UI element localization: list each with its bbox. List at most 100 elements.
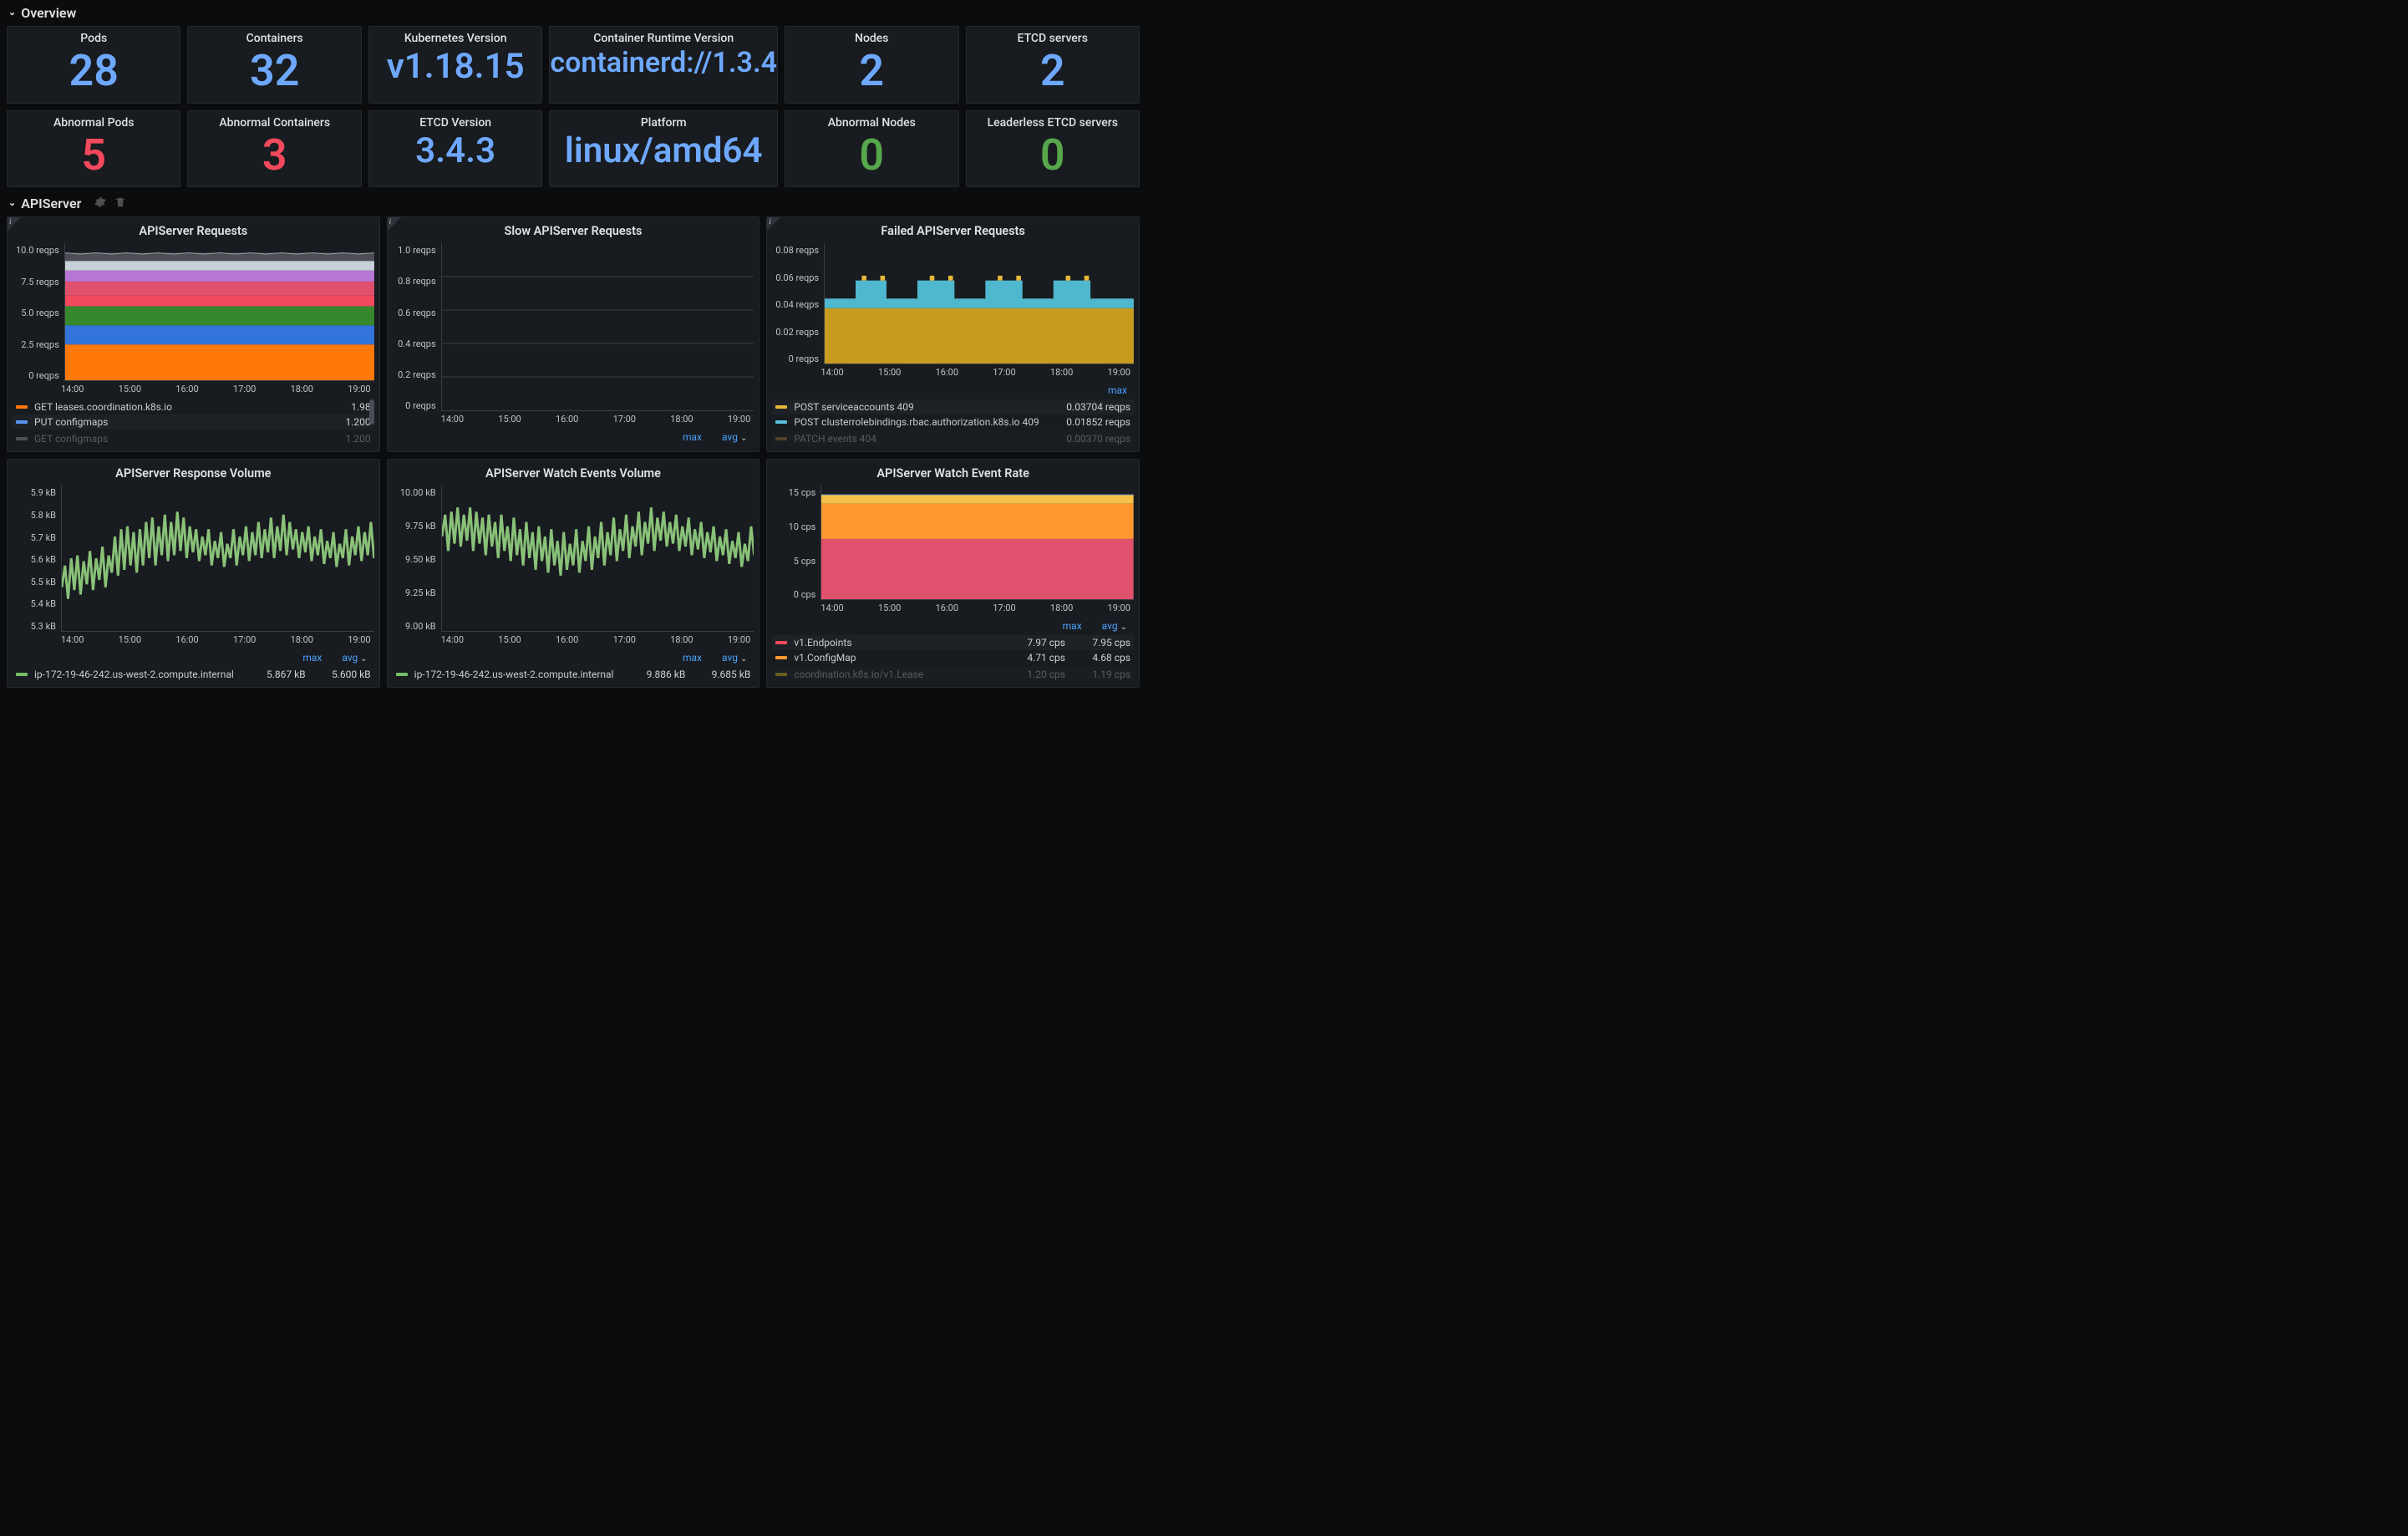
legend-item[interactable]: GET configmaps1.200 [13, 431, 374, 446]
panel-apiserver-watch-events-volume[interactable]: APIServer Watch Events Volume 10.00 kB9.… [387, 459, 760, 688]
legend-swatch-icon [16, 420, 28, 424]
legend-col-max[interactable]: max [683, 652, 702, 664]
legend-value-avg: 4.68 cps [1072, 652, 1130, 664]
legend-swatch-icon [775, 656, 787, 659]
legend-col-avg[interactable]: avg⌄ [342, 652, 367, 664]
panel-apiserver-watch-event-rate[interactable]: APIServer Watch Event Rate 15 cps10 cps5… [766, 459, 1140, 688]
legend-col-max[interactable]: max [1108, 384, 1127, 396]
stat-title: Abnormal Pods [8, 116, 180, 130]
stat-panel[interactable]: Abnormal Nodes0 [785, 110, 958, 188]
legend-item[interactable]: ip-172-19-46-242.us-west-2.compute.inter… [13, 667, 374, 682]
panel-slow-apiserver-requests[interactable]: i Slow APIServer Requests 1.0 reqps0.8 r… [387, 216, 760, 452]
legend-item[interactable]: POST clusterrolebindings.rbac.authorizat… [772, 415, 1134, 430]
stat-title: Pods [8, 32, 180, 45]
legend-swatch-icon [775, 405, 787, 409]
legend-value-max: 1.20 cps [1007, 669, 1065, 680]
panel-apiserver-response-volume[interactable]: APIServer Response Volume 5.9 kB5.8 kB5.… [7, 459, 380, 688]
stat-panel[interactable]: Pods 28 [7, 26, 180, 104]
stat-value: 28 [8, 48, 180, 94]
stat-title: Abnormal Containers [188, 116, 360, 130]
section-title: Overview [21, 5, 76, 21]
legend-swatch-icon [775, 641, 787, 644]
y-axis: 15 cps10 cps5 cps0 cps [772, 486, 820, 600]
stat-panel[interactable]: Containers32 [187, 26, 361, 104]
legend-item[interactable]: PUT configmaps 1.200 [13, 415, 374, 430]
legend-value-avg: 1.19 cps [1072, 669, 1130, 680]
legend-col-avg[interactable]: avg⌄ [722, 431, 747, 443]
stat-panel[interactable]: ETCD servers 2 [966, 26, 1140, 104]
stat-title: ETCD servers [967, 32, 1139, 45]
legend-label: POST clusterrolebindings.rbac.authorizat… [794, 416, 1059, 428]
section-row-apiserver[interactable]: ⌄ APIServer [7, 194, 1140, 216]
legend-value: 0.03704 reqps [1066, 401, 1130, 413]
legend-col-avg[interactable]: avg⌄ [722, 652, 747, 664]
stat-title: Container Runtime Version [550, 32, 777, 45]
stat-panel[interactable]: Kubernetes Versionv1.18.15 [368, 26, 542, 104]
plot-area[interactable] [64, 243, 374, 381]
scrollbar[interactable] [369, 399, 374, 425]
legend-label: GET leases.coordination.k8s.io [34, 401, 306, 413]
legend-item[interactable]: v1.ConfigMap4.71 cps4.68 cps [772, 650, 1134, 665]
legend-col-max[interactable]: max [1063, 620, 1082, 632]
panel-title: APIServer Watch Event Rate [772, 463, 1134, 486]
legend-value-avg: 7.95 cps [1072, 637, 1130, 648]
y-axis: 10.0 reqps7.5 reqps5.0 reqps2.5 reqps0 r… [13, 243, 64, 381]
legend-item[interactable]: ip-172-19-46-242.us-west-2.compute.inter… [393, 667, 754, 682]
gear-icon[interactable] [94, 196, 106, 211]
legend-swatch-icon [396, 673, 408, 676]
legend-value-max: 7.97 cps [1007, 637, 1065, 648]
stat-panel[interactable]: Abnormal Pods 5 [7, 110, 180, 188]
legend-item[interactable]: PATCH events 404 0.00370 reqps [772, 431, 1134, 446]
legend-value-max: 5.867 kB [247, 669, 306, 680]
info-corner-icon[interactable]: i [388, 217, 401, 231]
plot-area[interactable] [824, 243, 1134, 364]
legend-item[interactable]: POST serviceaccounts 409 0.03704 reqps [772, 399, 1134, 415]
trash-icon[interactable] [114, 196, 126, 211]
legend-col-avg[interactable]: avg⌄ [1102, 620, 1127, 632]
legend-label: PUT configmaps [34, 416, 306, 428]
info-corner-icon[interactable]: i [8, 217, 21, 231]
stat-value: 0 [967, 133, 1139, 179]
stat-value: 5 [8, 133, 180, 179]
legend-col-max[interactable]: max [302, 652, 322, 664]
chevron-down-icon: ⌄ [8, 7, 16, 18]
legend-label: GET configmaps [34, 433, 306, 445]
section-row-overview[interactable]: ⌄ Overview [7, 3, 1140, 26]
legend-swatch-icon [775, 673, 787, 676]
legend-label: ip-172-19-46-242.us-west-2.compute.inter… [34, 669, 241, 680]
legend-swatch-icon [16, 673, 28, 676]
legend-label: coordination.k8s.io/v1.Lease [794, 669, 1000, 680]
legend-item[interactable]: v1.Endpoints7.97 cps7.95 cps [772, 635, 1134, 650]
stat-title: Platform [550, 116, 777, 130]
stat-value: 2 [967, 48, 1139, 94]
plot-area[interactable] [441, 486, 754, 632]
stat-panel[interactable]: Leaderless ETCD servers0 [966, 110, 1140, 188]
legend-label: POST serviceaccounts 409 [794, 401, 1059, 413]
legend-item[interactable]: GET leases.coordination.k8s.io1.98 [13, 399, 374, 415]
plot-area[interactable] [820, 486, 1134, 600]
info-corner-icon[interactable]: i [767, 217, 780, 231]
stat-title: ETCD Version [369, 116, 541, 130]
stat-panel[interactable]: Container Runtime Versioncontainerd://1.… [549, 26, 778, 104]
legend-value: 0.00370 reqps [1066, 433, 1130, 445]
legend-swatch-icon [16, 437, 28, 440]
legend-label: PATCH events 404 [794, 433, 1059, 445]
stat-panel[interactable]: ETCD Version3.4.3 [368, 110, 542, 188]
y-axis: 1.0 reqps0.8 reqps0.6 reqps0.4 reqps0.2 … [393, 243, 441, 411]
chevron-down-icon: ⌄ [8, 197, 16, 208]
section-title: APIServer [21, 196, 81, 211]
stat-panel[interactable]: Abnormal Containers3 [187, 110, 361, 188]
plot-area[interactable] [441, 243, 754, 411]
legend-value: 1.200 [312, 416, 371, 428]
legend-label: v1.ConfigMap [794, 652, 1000, 664]
panel-failed-apiserver-requests[interactable]: i Failed APIServer Requests 0.08 reqps0.… [766, 216, 1140, 452]
plot-area[interactable] [61, 486, 374, 632]
legend-col-max[interactable]: max [683, 431, 702, 443]
stat-panel[interactable]: Platformlinux/amd64 [549, 110, 778, 188]
legend-swatch-icon [775, 437, 787, 440]
panel-title: APIServer Response Volume [13, 463, 374, 486]
legend-item[interactable]: coordination.k8s.io/v1.Lease 1.20 cps 1.19… [772, 667, 1134, 682]
stat-panel[interactable]: Nodes2 [785, 26, 958, 104]
panel-apiserver-requests[interactable]: i APIServer Requests 10.0 reqps7.5 reqps… [7, 216, 380, 452]
legend-value-avg: 9.685 kB [692, 669, 750, 680]
